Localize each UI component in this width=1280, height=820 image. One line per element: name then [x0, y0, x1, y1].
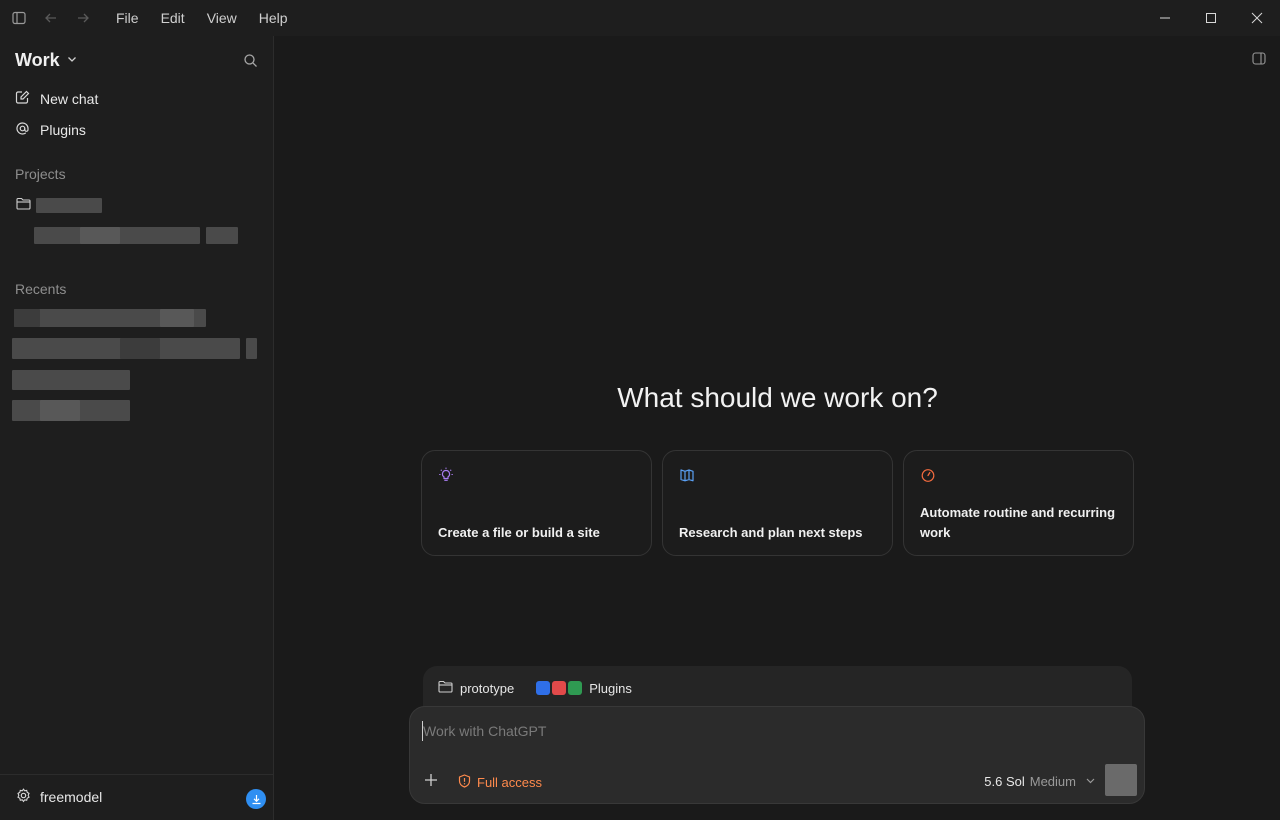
close-button[interactable] — [1234, 0, 1280, 36]
username: freemodel — [40, 789, 103, 805]
sidebar-item-plugins[interactable]: Plugins — [15, 121, 86, 139]
folder-icon — [16, 197, 31, 215]
model-name: 5.6 Sol — [984, 774, 1025, 789]
send-button[interactable] — [1105, 764, 1137, 796]
sidebar: Work New chat Plugins Projects Recents f… — [0, 36, 274, 820]
redacted-block — [14, 309, 40, 327]
model-selector[interactable]: 5.6 Sol Medium — [984, 774, 1096, 789]
search-icon[interactable] — [243, 53, 258, 73]
forward-arrow-icon[interactable] — [67, 0, 99, 36]
page-title: What should we work on? — [617, 382, 938, 413]
sidebar-item-new-chat[interactable]: New chat — [15, 90, 98, 108]
pdf-icon — [552, 681, 567, 695]
suggestion-card-create[interactable]: Create a file or build a site — [421, 450, 652, 556]
project-name: prototype — [460, 680, 515, 696]
composer: Full access 5.6 Sol Medium — [409, 706, 1145, 804]
chevron-down-icon — [66, 52, 78, 70]
recents-heading: Recents — [15, 281, 67, 297]
stopwatch-icon — [920, 467, 936, 488]
sidebar-item-label: Plugins — [40, 122, 86, 138]
minimize-button[interactable] — [1142, 0, 1188, 36]
suggestion-cards: Create a file or build a site Research a… — [421, 450, 1134, 556]
plugins-label: Plugins — [589, 680, 632, 696]
projects-heading: Projects — [15, 166, 66, 182]
access-level-label: Full access — [477, 775, 543, 790]
sidebar-toggle-icon[interactable] — [3, 0, 35, 36]
side-panel-toggle-icon[interactable] — [1252, 52, 1266, 70]
at-icon — [15, 121, 30, 139]
redacted-project-name[interactable] — [36, 198, 102, 213]
redacted-block — [120, 338, 160, 359]
composer-context-bar: prototype Plugins — [423, 666, 1132, 710]
suggestion-card-label: Create a file or build a site — [438, 525, 600, 540]
suggestion-card-research[interactable]: Research and plan next steps — [662, 450, 893, 556]
redacted-block — [80, 227, 120, 244]
redacted-block — [206, 227, 238, 244]
redacted-block — [246, 338, 257, 359]
word-doc-icon — [536, 681, 551, 695]
suggestion-card-automate[interactable]: Automate routine and recurring work — [903, 450, 1134, 556]
access-level-button[interactable]: Full access — [458, 774, 542, 791]
redacted-block — [40, 400, 80, 421]
chevron-down-icon — [1085, 774, 1096, 789]
sidebar-item-label: New chat — [40, 91, 99, 107]
workspace-switcher[interactable]: Work — [15, 50, 78, 71]
lightbulb-icon — [438, 467, 454, 488]
title-bar: File Edit View Help — [0, 0, 1280, 36]
download-update-icon[interactable] — [246, 789, 266, 809]
menu-file[interactable]: File — [105, 0, 150, 36]
menu-view[interactable]: View — [196, 0, 248, 36]
window-controls — [1142, 0, 1280, 36]
folder-icon — [438, 680, 453, 696]
workspace-name: Work — [15, 50, 60, 70]
sidebar-footer: freemodel — [0, 774, 274, 820]
plugin-icons — [536, 681, 583, 695]
model-effort: Medium — [1029, 774, 1076, 789]
shield-alert-icon — [458, 774, 471, 791]
project-selector[interactable]: prototype — [438, 680, 514, 696]
plugins-selector[interactable]: Plugins — [536, 681, 632, 696]
book-icon — [679, 467, 695, 488]
add-attachment-button[interactable] — [424, 773, 438, 792]
gear-icon — [16, 788, 31, 806]
menu-edit[interactable]: Edit — [150, 0, 196, 36]
back-arrow-icon[interactable] — [35, 0, 67, 36]
suggestion-card-label: Automate routine and recurring work — [920, 505, 1116, 540]
redacted-recent-chat[interactable] — [12, 370, 130, 390]
redacted-block — [160, 309, 194, 327]
menu-bar: File Edit View Help — [105, 0, 299, 36]
compose-icon — [15, 90, 30, 108]
main-panel: What should we work on? Create a file or… — [275, 36, 1280, 820]
maximize-button[interactable] — [1188, 0, 1234, 36]
settings-button[interactable]: freemodel — [16, 788, 102, 806]
menu-help[interactable]: Help — [248, 0, 299, 36]
suggestion-card-label: Research and plan next steps — [679, 525, 863, 540]
spreadsheet-icon — [568, 681, 583, 695]
prompt-input[interactable] — [422, 721, 1122, 741]
